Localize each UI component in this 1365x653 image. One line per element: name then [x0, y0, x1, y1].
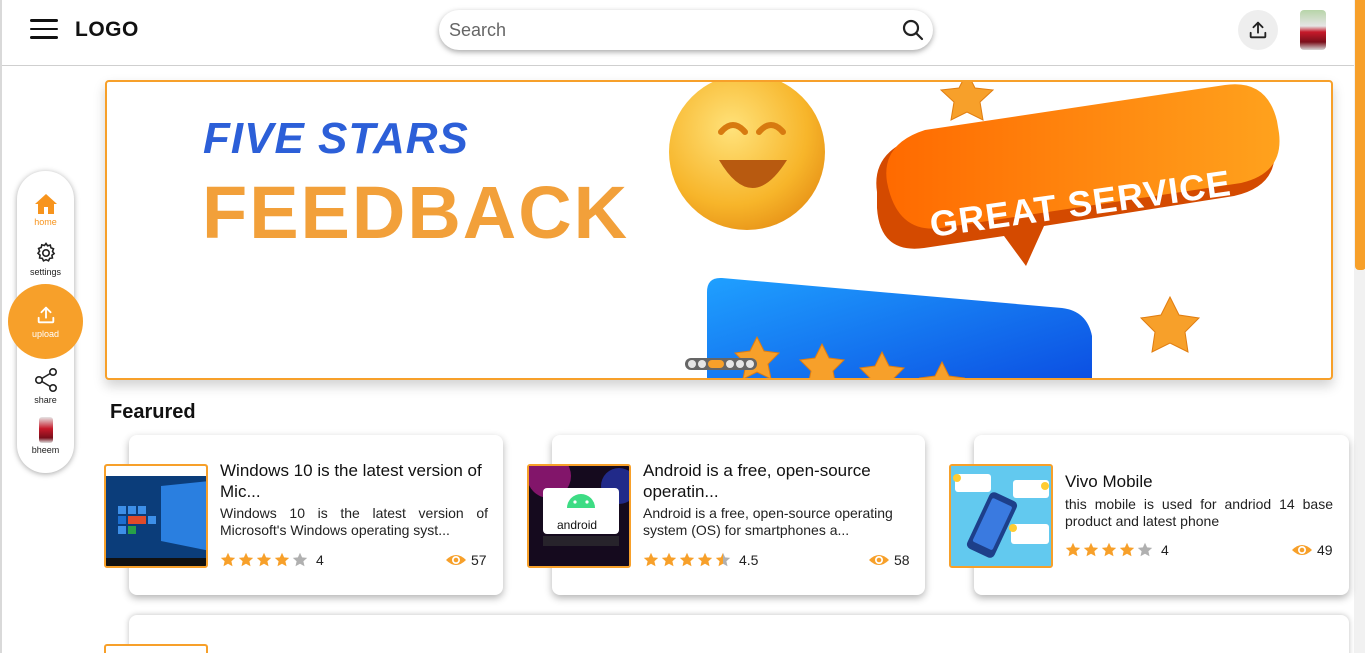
view-count: 58	[868, 552, 910, 568]
sidebar-item-home[interactable]: home	[17, 193, 74, 227]
star-rating: 4.5	[643, 552, 758, 568]
star-icon	[274, 552, 290, 567]
star-icon	[292, 552, 308, 567]
banner-illustration: GREAT SERVICE	[669, 82, 1280, 378]
sidebar-item-label: home	[34, 217, 57, 227]
view-count: 49	[1291, 542, 1333, 558]
sidebar-item-share[interactable]: share	[17, 367, 74, 405]
rating-value: 4.5	[739, 552, 759, 568]
post-card[interactable]	[129, 615, 1349, 653]
card-title[interactable]: Windows 10 is the latest version of Mic.…	[220, 460, 490, 502]
carousel-dot[interactable]	[746, 360, 754, 368]
card-title[interactable]: Android is a free, open-source operatin.…	[643, 460, 913, 502]
card-description: Windows 10 is the latest version of Micr…	[220, 505, 488, 538]
star-icon	[1065, 542, 1081, 557]
views-value: 57	[471, 552, 487, 568]
page: LOGO home settings	[0, 0, 1365, 653]
card-thumbnail[interactable]	[104, 644, 208, 653]
scrollbar-thumb[interactable]	[1355, 0, 1365, 270]
star-icon	[1101, 542, 1117, 557]
android-label: android	[557, 518, 598, 532]
share-icon	[34, 367, 57, 392]
top-bar: LOGO	[2, 0, 1354, 66]
eye-icon	[446, 555, 466, 565]
sidebar-item-label: settings	[29, 267, 62, 277]
star-icon	[661, 552, 677, 567]
sidebar-item-label: share	[34, 395, 57, 405]
carousel-dot-active[interactable]	[708, 360, 724, 368]
carousel-dot[interactable]	[698, 360, 706, 368]
star-icon	[238, 552, 254, 567]
sidebar-item-profile[interactable]: bheem	[17, 417, 74, 455]
star-icon	[220, 552, 236, 567]
eye-icon	[1292, 545, 1312, 555]
sidebar-item-settings[interactable]: settings	[17, 241, 74, 277]
sidebar-item-label: upload	[31, 329, 60, 339]
star-icon	[715, 552, 731, 567]
star-rating: 4	[1065, 542, 1169, 558]
sidebar-item-upload[interactable]: upload	[8, 284, 83, 359]
star-icon	[1083, 542, 1099, 557]
upload-icon	[37, 306, 54, 324]
rating-value: 4	[316, 552, 324, 568]
logo[interactable]: LOGO	[75, 18, 139, 42]
avatar	[38, 417, 53, 443]
star-icon	[256, 552, 272, 567]
search-input[interactable]	[449, 18, 879, 42]
phone-chat-illustration	[951, 466, 1051, 566]
star-icon	[1119, 542, 1135, 557]
carousel-indicators	[685, 358, 757, 370]
card-description: this mobile is used for andriod 14 base …	[1065, 496, 1333, 529]
card-description: Android is a free, open-source operating…	[643, 505, 893, 538]
search-bar[interactable]	[439, 10, 933, 50]
star-rating: 4	[220, 552, 324, 568]
gear-icon	[36, 242, 55, 262]
android-photo	[529, 466, 629, 566]
upload-button[interactable]	[1238, 10, 1278, 50]
carousel-dot[interactable]	[688, 360, 696, 368]
star-icon	[697, 552, 713, 567]
search-icon[interactable]	[901, 18, 925, 42]
card-thumbnail[interactable]: android	[527, 464, 631, 568]
rating-value: 4	[1161, 542, 1169, 558]
view-count: 57	[445, 552, 487, 568]
star-icon	[1137, 542, 1153, 557]
hero-carousel[interactable]: FIVE STARS FEEDBACK GREAT SERVICE	[105, 80, 1333, 380]
carousel-dot[interactable]	[726, 360, 734, 368]
views-value: 49	[1317, 542, 1333, 558]
views-value: 58	[894, 552, 910, 568]
home-icon	[34, 194, 57, 214]
avatar[interactable]	[1300, 10, 1326, 50]
star-icon	[643, 552, 659, 567]
card-thumbnail[interactable]	[104, 464, 208, 568]
section-title: Fearured	[110, 401, 196, 423]
star-icon	[679, 552, 695, 567]
card-thumbnail[interactable]	[949, 464, 1053, 568]
eye-icon	[869, 555, 889, 565]
sidebar-item-label: bheem	[31, 445, 60, 455]
windows-screenshot	[106, 466, 206, 566]
upload-icon	[1249, 21, 1267, 39]
carousel-dot[interactable]	[736, 360, 744, 368]
hamburger-icon[interactable]	[30, 19, 58, 41]
card-title[interactable]: Vivo Mobile	[1065, 471, 1335, 492]
